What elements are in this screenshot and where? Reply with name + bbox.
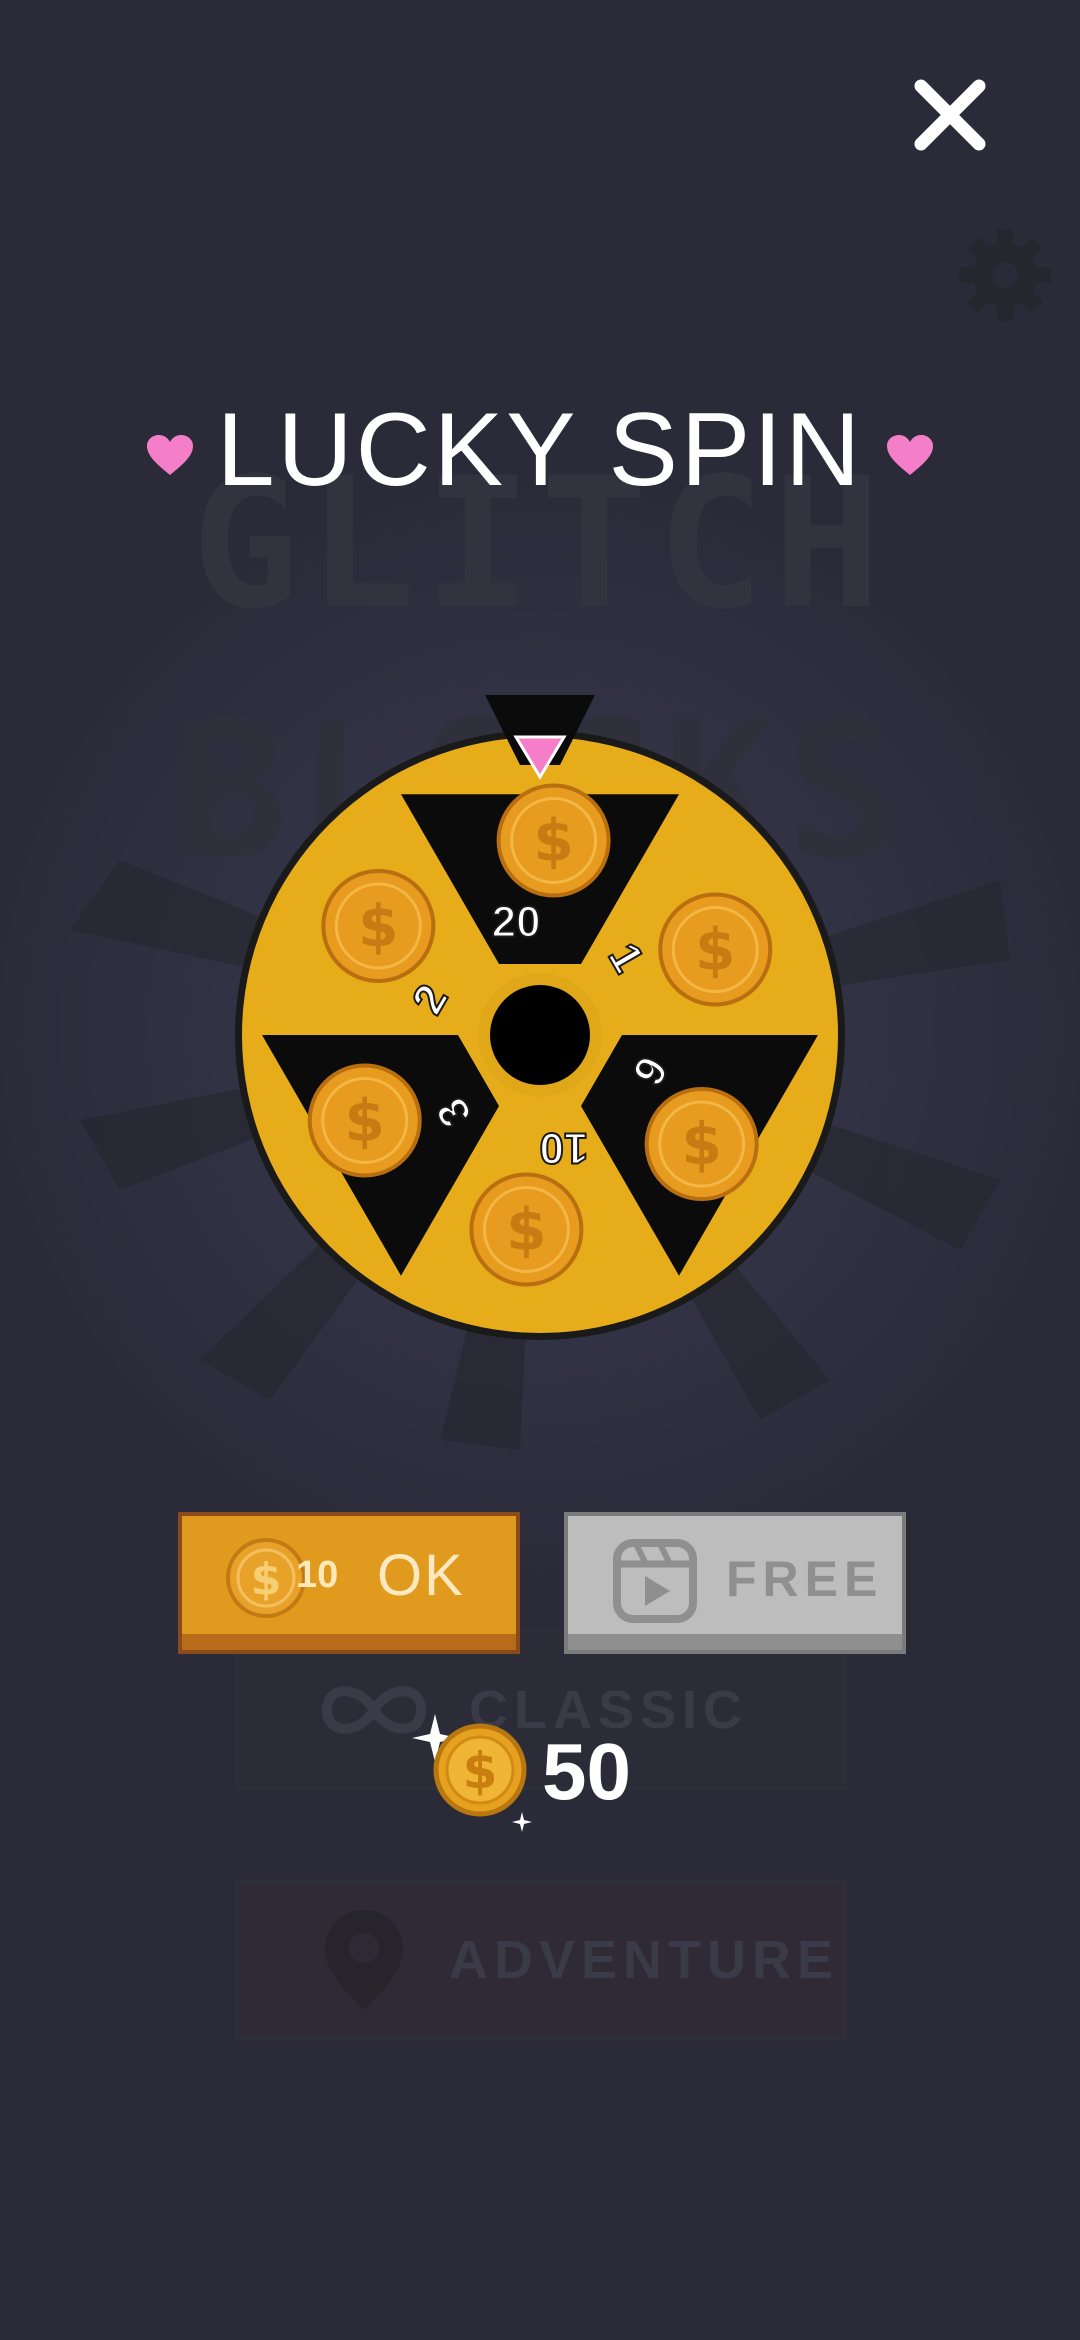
coin-symbol-6: $ [358, 892, 398, 960]
heart-icon-right [887, 435, 934, 475]
prize-wheel[interactable]: $20 $1$6$10$ 3$2 [235, 680, 845, 1340]
ok-label: OK [377, 1543, 465, 1608]
background-adventure-button: ADVENTURE [235, 1880, 847, 2040]
coin-symbol-2: $ [695, 916, 735, 984]
map-pin-icon [325, 1910, 403, 2010]
spin-ok-button[interactable]: $ 10 OK [178, 1512, 520, 1654]
spin-cost: 10 [296, 1554, 339, 1596]
title-row: LUCKY SPIN [0, 390, 1080, 510]
coin-balance: $ 50 [390, 1700, 690, 1840]
coin-count: 50 [542, 1727, 631, 1816]
coin-symbol-5: $ [345, 1086, 385, 1154]
wheel-segment-value: 20 [492, 898, 541, 947]
heart-icon-left [146, 435, 193, 475]
wheel-hub [490, 985, 590, 1085]
free-spin-button[interactable]: FREE [564, 1512, 906, 1654]
svg-text:$: $ [251, 1554, 282, 1605]
free-label: FREE [726, 1551, 884, 1607]
coin-symbol-4: $ [506, 1196, 546, 1264]
coin-symbol-1: $ [533, 806, 573, 874]
close-icon[interactable] [905, 70, 995, 160]
page-title: LUCKY SPIN [216, 391, 864, 508]
video-play-icon [613, 1539, 697, 1623]
svg-text:$: $ [463, 1742, 498, 1800]
gear-icon [959, 229, 1051, 321]
wheel-segment-value: 10 [539, 1123, 588, 1172]
background-adventure-label: ADVENTURE [449, 1930, 840, 1990]
coin-symbol-3: $ [681, 1110, 721, 1178]
coin-sparkle-icon: $ [412, 1714, 532, 1832]
